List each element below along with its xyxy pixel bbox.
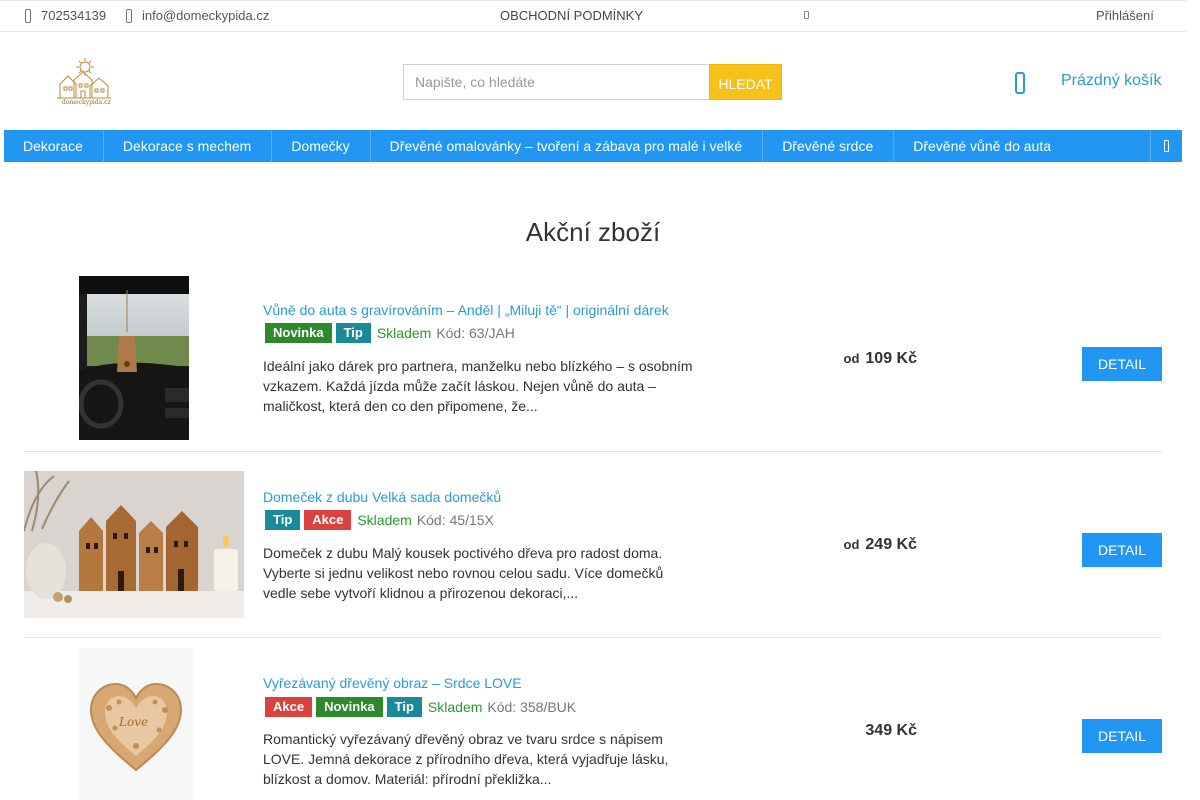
price-prefix: od: [843, 351, 860, 366]
product-image[interactable]: Love: [79, 648, 193, 800]
stock-status: Skladem: [427, 699, 483, 715]
email-address: info@domeckypida.cz: [142, 8, 270, 23]
product-title[interactable]: Vůně do auta s gravírováním – Anděl | „M…: [263, 302, 669, 318]
product-price: od 109 Kč: [844, 350, 917, 368]
nav-item-dekorace-s-mechem[interactable]: Dekorace s mechem: [104, 130, 273, 162]
product-code: Kód: 45/15X: [416, 512, 494, 528]
badge-tip: Tip: [335, 323, 371, 343]
search-input[interactable]: [403, 64, 709, 100]
cart-icon[interactable]: [1015, 72, 1025, 94]
product-badges: Akce Novinka Tip Skladem Kód: 358/BUK: [265, 697, 576, 717]
product-description: Ideální jako dárek pro partnera, manželk…: [263, 358, 693, 414]
price-value: 349 Kč: [865, 722, 917, 739]
cart-label[interactable]: Prázdný košík: [1061, 72, 1161, 90]
badge-tip: Tip: [386, 697, 422, 717]
nav-item-dekorace[interactable]: Dekorace: [4, 130, 104, 162]
product-code: Kód: 358/BUK: [487, 699, 577, 715]
price-prefix: od: [843, 537, 860, 552]
product-title[interactable]: Domeček z dubu Velká sada domečků: [263, 489, 501, 505]
badge-new: Novinka: [265, 323, 332, 343]
main-nav: Dekorace Dekorace s mechem Domečky Dřevě…: [4, 130, 1182, 162]
email-contact[interactable]: info@domeckypida.cz: [126, 8, 269, 23]
mail-icon: [126, 8, 132, 23]
product-description: Domeček z dubu Malý kousek poctivého dře…: [263, 545, 664, 601]
stock-status: Skladem: [376, 325, 432, 341]
detail-button[interactable]: DETAIL: [1082, 347, 1162, 381]
badge-tip: Tip: [265, 510, 301, 530]
logo[interactable]: domeckypida.cz: [54, 54, 114, 112]
product-row: Love Vyřezávaný dřevěný obraz – Srdce LO…: [24, 638, 1162, 800]
svg-text:Love: Love: [118, 715, 148, 729]
product-title[interactable]: Vyřezávaný dřevěný obraz – Srdce LOVE: [263, 675, 522, 691]
nav-item-drevene-srdce[interactable]: Dřevěné srdce: [763, 130, 895, 162]
product-badges: Tip Akce Skladem Kód: 45/15X: [265, 510, 494, 530]
login-link[interactable]: Přihlášení: [1096, 8, 1154, 23]
search-button[interactable]: HLEDAT: [709, 64, 782, 100]
product-description: Romantický vyřezávaný dřevěný obraz ve t…: [263, 731, 669, 787]
product-row: Vůně do auta s gravírováním – Anděl | „M…: [24, 266, 1162, 452]
badge-sale: Akce: [304, 510, 352, 530]
badge-sale: Akce: [265, 697, 313, 717]
top-bar: 702534139 info@domeckypida.cz OBCHODNÍ P…: [0, 0, 1186, 32]
toggle-icon[interactable]: [804, 11, 809, 19]
detail-button[interactable]: DETAIL: [1082, 533, 1162, 567]
nav-more-button[interactable]: [1150, 130, 1182, 162]
product-badges: Novinka Tip Skladem Kód: 63/JAH: [265, 323, 515, 343]
nav-item-vune-do-auta[interactable]: Dřevěné vůně do auta: [894, 130, 1071, 162]
product-code: Kód: 63/JAH: [436, 325, 515, 341]
product-price: 349 Kč: [859, 722, 917, 740]
phone-contact[interactable]: 702534139: [25, 8, 106, 23]
search-form: HLEDAT: [403, 64, 782, 100]
logo-text: domeckypida.cz: [62, 99, 111, 106]
phone-icon: [25, 8, 31, 23]
product-price: od 249 Kč: [844, 536, 917, 554]
detail-button[interactable]: DETAIL: [1082, 719, 1162, 753]
product-image[interactable]: [79, 276, 189, 440]
product-row: Domeček z dubu Velká sada domečků Tip Ak…: [24, 452, 1162, 638]
nav-item-omalovanky[interactable]: Dřevěné omalovánky – tvoření a zábava pr…: [371, 130, 764, 162]
page-title: Akční zboží: [525, 217, 661, 247]
badge-new: Novinka: [316, 697, 383, 717]
phone-number: 702534139: [41, 8, 107, 23]
stock-status: Skladem: [357, 512, 412, 528]
price-value: 249 Kč: [865, 536, 917, 553]
price-value: 109 Kč: [865, 350, 917, 367]
terms-link[interactable]: OBCHODNÍ PODMÍNKY: [500, 8, 643, 23]
nav-item-domecky[interactable]: Domečky: [272, 130, 371, 162]
product-image[interactable]: [24, 471, 244, 618]
menu-more-icon: [1164, 140, 1169, 152]
